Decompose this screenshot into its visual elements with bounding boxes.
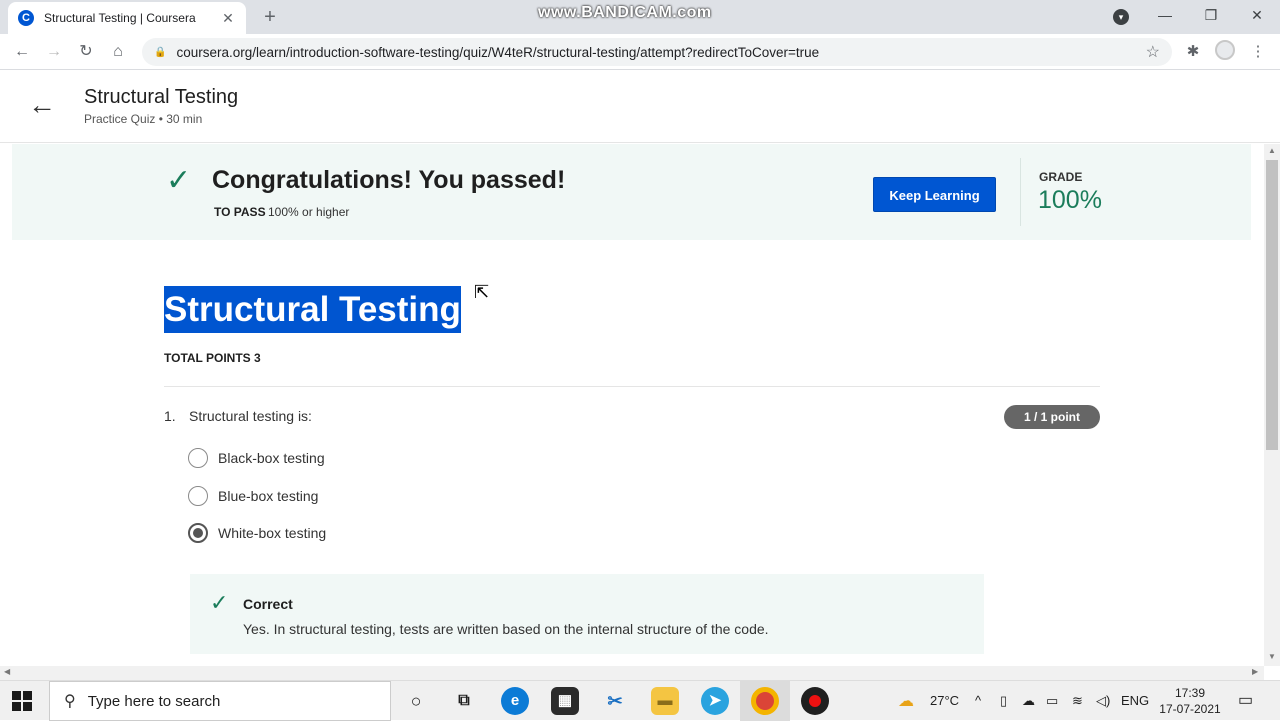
tab-search-icon[interactable]: ▾	[1113, 9, 1129, 25]
browser-toolbar: ← → ↻ ⌂ 🔒 coursera.org/learn/introductio…	[0, 34, 1280, 70]
radio-button[interactable]	[188, 448, 208, 468]
pass-message: Congratulations! You passed!	[212, 166, 566, 194]
feedback-title: Correct	[243, 596, 293, 612]
answer-option[interactable]: White-box testing	[188, 523, 326, 543]
windows-taskbar: ⚲ Type here to search ○ ⧉ e ▦ ✂ ▬ ➤ ☁ 27…	[0, 680, 1280, 721]
extensions-icon[interactable]: ✱	[1182, 41, 1204, 63]
minimize-button[interactable]: —	[1142, 4, 1188, 28]
total-points: TOTAL POINTS 3	[164, 351, 261, 365]
to-pass-value: 100% or higher	[268, 205, 350, 219]
points-badge: 1 / 1 point	[1004, 405, 1100, 429]
clock-date: 17-07-2021	[1159, 702, 1221, 716]
task-view-icon[interactable]: ⧉	[450, 687, 478, 715]
option-label: White-box testing	[218, 525, 327, 541]
check-icon: ✓	[166, 164, 192, 197]
answer-option[interactable]: Blue-box testing	[188, 486, 318, 506]
snip-tool-icon[interactable]: ✂	[601, 687, 629, 715]
mouse-cursor-icon: ⇱	[474, 282, 490, 302]
main-content: ✓ Congratulations! You passed! TO PASS 1…	[0, 144, 1264, 666]
notifications-icon[interactable]: ▭	[1238, 690, 1253, 710]
tab-close-icon[interactable]: ✕	[220, 10, 236, 27]
search-icon: ⚲	[64, 693, 76, 710]
cortana-icon[interactable]: ○	[402, 687, 430, 715]
wifi-icon[interactable]: ≋	[1072, 693, 1083, 709]
course-header: ← Structural Testing Practice Quiz • 30 …	[0, 71, 1280, 143]
close-window-button[interactable]: ✕	[1234, 4, 1280, 28]
bookmark-star-icon[interactable]: ☆	[1146, 42, 1160, 62]
tray-device-icon[interactable]: ▯	[1000, 693, 1007, 709]
onedrive-icon[interactable]: ☁	[1022, 693, 1035, 709]
battery-icon[interactable]: ▭	[1046, 693, 1058, 709]
browser-tab-strip: C Structural Testing | Coursera ✕ + www.…	[0, 0, 1280, 34]
result-banner: ✓ Congratulations! You passed! TO PASS 1…	[12, 144, 1251, 240]
check-icon: ✓	[210, 590, 229, 615]
url-text: coursera.org/learn/introduction-software…	[176, 44, 820, 60]
to-pass-label: TO PASS	[214, 205, 266, 219]
volume-icon[interactable]: ◁)	[1096, 693, 1110, 709]
file-explorer-icon[interactable]: ▬	[651, 687, 679, 715]
search-placeholder: Type here to search	[87, 692, 221, 710]
option-label: Blue-box testing	[218, 488, 319, 504]
clock-time: 17:39	[1174, 686, 1206, 700]
grade-value: 100%	[1038, 186, 1102, 214]
scroll-down-icon[interactable]: ▼	[1264, 652, 1280, 661]
horizontal-scrollbar[interactable]: ◀ ▶	[0, 666, 1264, 680]
section-divider	[164, 386, 1100, 387]
new-tab-button[interactable]: +	[258, 6, 282, 30]
profile-avatar[interactable]	[1215, 40, 1237, 62]
telegram-icon[interactable]: ➤	[701, 687, 729, 715]
back-arrow-icon[interactable]: ←	[28, 91, 56, 119]
system-clock[interactable]: 17:39 17-07-2021	[1156, 685, 1224, 717]
coursera-favicon-icon: C	[18, 10, 34, 26]
recorder-watermark: www.BANDICAM.com	[538, 4, 712, 21]
grade-label: GRADE	[1039, 170, 1083, 184]
forward-icon[interactable]: →	[42, 40, 66, 64]
temperature[interactable]: 27°C	[930, 693, 959, 708]
question-text: Structural testing is:	[189, 408, 312, 424]
scroll-right-icon[interactable]: ▶	[1252, 667, 1258, 676]
taskbar-search-box[interactable]: ⚲ Type here to search	[49, 681, 391, 721]
radio-button[interactable]	[188, 486, 208, 506]
quiz-title: Structural Testing	[164, 286, 461, 333]
tab-title: Structural Testing | Coursera	[44, 11, 196, 25]
weather-icon[interactable]: ☁	[898, 691, 914, 711]
reload-icon[interactable]: ↻	[74, 40, 98, 64]
menu-kebab-icon[interactable]: ⋮	[1247, 41, 1269, 63]
radio-button-selected[interactable]	[188, 523, 208, 543]
scroll-left-icon[interactable]: ◀	[4, 667, 10, 676]
edge-icon[interactable]: e	[501, 687, 529, 715]
browser-tab[interactable]: C Structural Testing | Coursera ✕	[8, 2, 246, 34]
bandicam-icon[interactable]	[801, 687, 829, 715]
store-icon[interactable]: ▦	[551, 687, 579, 715]
keep-learning-button[interactable]: Keep Learning	[873, 177, 996, 212]
page-title: Structural Testing	[84, 86, 239, 108]
lock-icon: 🔒	[154, 46, 167, 58]
feedback-box: ✓ Correct Yes. In structural testing, te…	[190, 574, 984, 654]
option-label: Black-box testing	[218, 450, 325, 466]
back-icon[interactable]: ←	[10, 40, 34, 64]
language-indicator[interactable]: ENG	[1121, 693, 1149, 708]
answer-option[interactable]: Black-box testing	[188, 448, 325, 468]
banner-divider	[1020, 158, 1021, 226]
home-icon[interactable]: ⌂	[106, 40, 130, 64]
scroll-up-icon[interactable]: ▲	[1264, 146, 1280, 155]
tray-chevron-icon[interactable]: ^	[975, 693, 981, 708]
windows-start-icon[interactable]	[12, 691, 32, 711]
chrome-icon[interactable]	[751, 687, 779, 715]
address-bar[interactable]: 🔒 coursera.org/learn/introduction-softwa…	[142, 38, 1172, 66]
vertical-scrollbar[interactable]: ▲ ▼	[1264, 144, 1280, 666]
page-subtitle: Practice Quiz • 30 min	[84, 112, 203, 126]
feedback-text: Yes. In structural testing, tests are wr…	[243, 621, 769, 637]
scrollbar-thumb[interactable]	[1266, 160, 1278, 450]
restore-button[interactable]: ❐	[1188, 4, 1234, 28]
question-number: 1.	[164, 408, 176, 424]
